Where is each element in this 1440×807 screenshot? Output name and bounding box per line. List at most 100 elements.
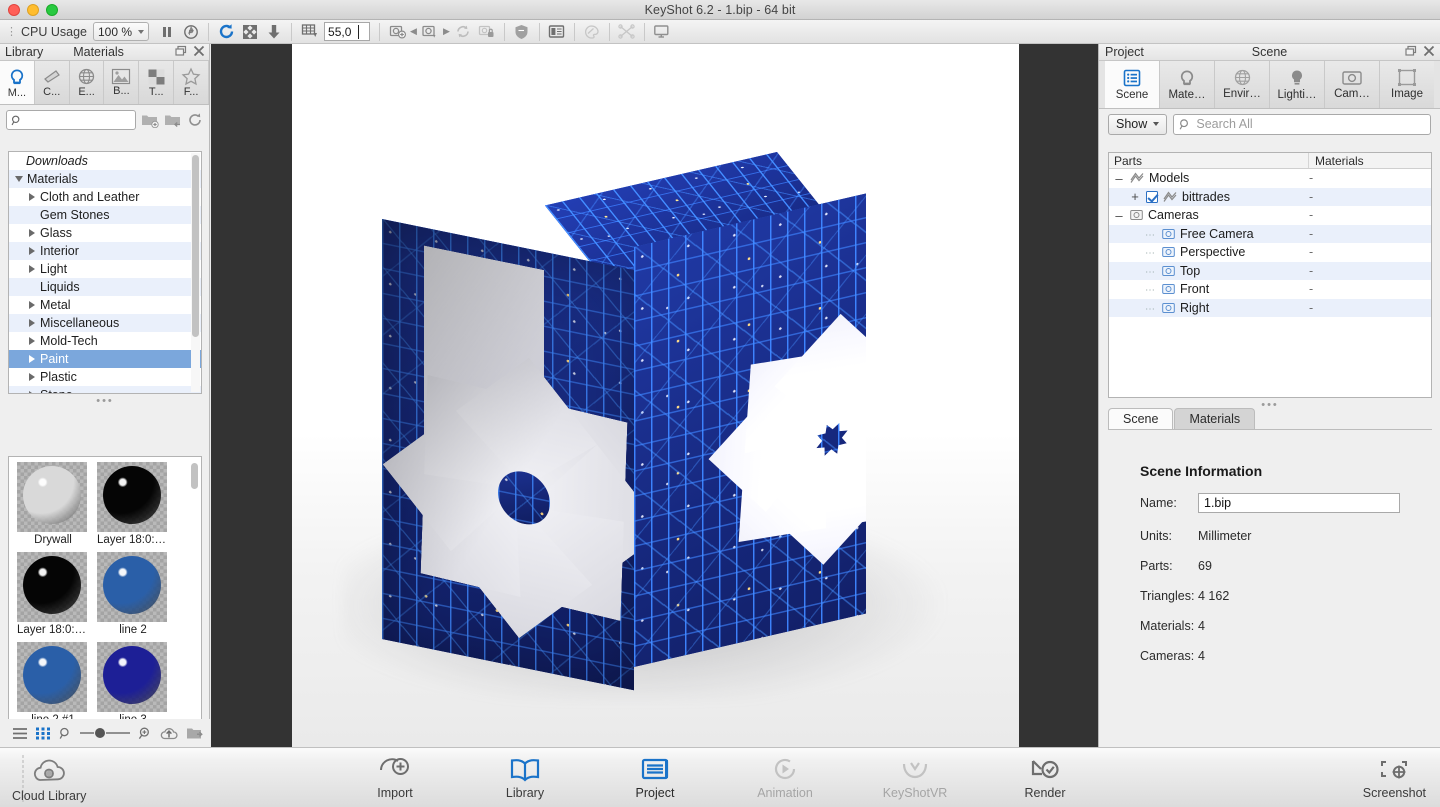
library-tree-item[interactable]: Mold-Tech bbox=[9, 332, 201, 350]
performance-mode-button[interactable]: P bbox=[179, 21, 203, 43]
library-search-input[interactable] bbox=[6, 110, 136, 130]
material-thumbnail[interactable]: line 2 bbox=[97, 552, 169, 636]
chevron-right-icon[interactable] bbox=[29, 373, 35, 381]
scene-tree-row[interactable]: ⋯ Perspective - bbox=[1109, 243, 1431, 262]
scrollbar-thumb[interactable] bbox=[191, 463, 198, 489]
bottom-library[interactable]: Library bbox=[486, 756, 564, 800]
material-shield-button[interactable] bbox=[510, 21, 534, 43]
library-thumbnail-grid[interactable]: Drywall Layer 18:0:0:0 Layer 18:0:0… line 2… bbox=[8, 456, 202, 746]
bottom-import[interactable]: Import bbox=[356, 756, 434, 800]
previous-camera-button[interactable]: ◀ bbox=[409, 26, 418, 37]
chevron-right-icon[interactable] bbox=[29, 355, 35, 363]
material-thumbnail[interactable]: Layer 18:0:0… bbox=[17, 552, 89, 636]
bottom-keyshotvr[interactable]: KeyShotVR bbox=[876, 756, 954, 800]
collapse-icon[interactable]: – bbox=[1113, 209, 1125, 222]
expand-icon[interactable]: + bbox=[1129, 190, 1141, 203]
show-dropdown-button[interactable]: Show bbox=[1108, 113, 1168, 135]
scene-tree-row[interactable]: ⋯ Right - bbox=[1109, 298, 1431, 317]
scene-tree[interactable]: Parts Materials – Models - + bittrades - – Came… bbox=[1108, 152, 1432, 398]
library-tree-item[interactable]: Paint bbox=[9, 350, 201, 368]
library-tree-item[interactable]: Materials bbox=[9, 170, 201, 188]
chevron-right-icon[interactable] bbox=[29, 319, 35, 327]
material-thumbnail[interactable]: line 3 bbox=[97, 642, 169, 726]
refresh-button[interactable] bbox=[214, 21, 238, 43]
tab-environments[interactable]: E... bbox=[69, 61, 105, 104]
library-tree-scrollbar[interactable] bbox=[191, 153, 200, 392]
material-thumbnail[interactable]: line 2 #1 bbox=[17, 642, 89, 726]
grid-button[interactable] bbox=[297, 21, 321, 43]
visibility-checkbox[interactable] bbox=[1146, 190, 1158, 203]
list-icon[interactable] bbox=[12, 727, 28, 740]
project-panel-button[interactable] bbox=[545, 21, 569, 43]
chevron-right-icon[interactable] bbox=[29, 301, 35, 309]
scrollbar-thumb[interactable] bbox=[192, 155, 199, 337]
scene-tree-row[interactable]: – Cameras - bbox=[1109, 206, 1431, 225]
tab-materials[interactable]: M... bbox=[0, 61, 35, 104]
tab-favorites[interactable]: F... bbox=[174, 61, 209, 104]
material-thumbnail[interactable]: Layer 18:0:0:0 bbox=[97, 462, 169, 546]
model-cube[interactable] bbox=[372, 151, 932, 691]
subtab-scene[interactable]: Scene bbox=[1108, 408, 1174, 429]
pause-button[interactable] bbox=[155, 21, 179, 43]
zoom-icon[interactable] bbox=[46, 4, 58, 16]
library-tree-item[interactable]: Stone bbox=[9, 386, 201, 393]
chevron-right-icon[interactable] bbox=[29, 265, 35, 273]
chevron-right-icon[interactable] bbox=[29, 391, 35, 393]
folder-arrow-icon[interactable] bbox=[186, 726, 205, 741]
library-tree-item[interactable]: Liquids bbox=[9, 278, 201, 296]
cpu-usage-select[interactable]: 100 % bbox=[93, 22, 150, 41]
minimize-icon[interactable] bbox=[27, 4, 39, 16]
project-search-field[interactable] bbox=[1196, 117, 1425, 131]
library-tree-item[interactable]: Gem Stones bbox=[9, 206, 201, 224]
camera-select-button[interactable] bbox=[418, 21, 442, 43]
tab-lighting[interactable]: Lighti… bbox=[1270, 61, 1325, 108]
library-tree-item[interactable]: Miscellaneous bbox=[9, 314, 201, 332]
tab-camera[interactable]: Cam… bbox=[1325, 61, 1380, 108]
tab-image[interactable]: Image bbox=[1380, 61, 1434, 108]
close-panel-icon[interactable] bbox=[193, 45, 205, 57]
close-icon[interactable] bbox=[8, 4, 20, 16]
library-tree[interactable]: Downloads Materials Cloth and Leather Gem S… bbox=[8, 151, 202, 394]
collapse-icon[interactable]: – bbox=[1113, 172, 1125, 185]
render-viewport[interactable] bbox=[211, 44, 1098, 747]
grid-view-icon[interactable] bbox=[36, 727, 51, 740]
scene-tree-row[interactable]: ⋯ Top - bbox=[1109, 261, 1431, 280]
undock-icon[interactable] bbox=[175, 45, 187, 57]
frame-value-input[interactable]: 55,0 bbox=[324, 22, 371, 41]
import-folder-icon[interactable] bbox=[141, 112, 159, 128]
library-tree-item[interactable]: Downloads bbox=[9, 152, 201, 170]
drop-to-ground-button[interactable] bbox=[262, 21, 286, 43]
chevron-right-icon[interactable] bbox=[29, 247, 35, 255]
material-thumbnail[interactable]: Drywall bbox=[17, 462, 89, 546]
add-camera-button[interactable] bbox=[385, 21, 409, 43]
library-tree-item[interactable]: Cloth and Leather bbox=[9, 188, 201, 206]
library-tree-item[interactable]: Light bbox=[9, 260, 201, 278]
scene-tree-row[interactable]: + bittrades - bbox=[1109, 187, 1431, 206]
project-search-input[interactable] bbox=[1173, 113, 1431, 135]
screen-button[interactable] bbox=[650, 21, 674, 43]
tab-textures[interactable]: T... bbox=[139, 61, 175, 104]
close-panel-icon[interactable] bbox=[1423, 45, 1435, 57]
bottom-render[interactable]: Render bbox=[1006, 756, 1084, 800]
library-tree-item[interactable]: Metal bbox=[9, 296, 201, 314]
export-folder-icon[interactable] bbox=[164, 112, 182, 128]
bottom-project[interactable]: Project bbox=[616, 756, 694, 800]
bottom-animation[interactable]: Animation bbox=[746, 756, 824, 800]
chevron-down-icon[interactable] bbox=[15, 176, 23, 182]
chevron-right-icon[interactable] bbox=[29, 229, 35, 237]
thumbnail-scrollbar[interactable] bbox=[190, 459, 199, 743]
refresh-library-icon[interactable] bbox=[187, 112, 203, 128]
thumbnail-size-slider[interactable] bbox=[80, 727, 130, 739]
library-tree-item[interactable]: Glass bbox=[9, 224, 201, 242]
chevron-right-icon[interactable] bbox=[29, 337, 35, 345]
library-splitter-handle[interactable]: ••• bbox=[8, 396, 202, 407]
library-search-field[interactable] bbox=[26, 113, 131, 127]
node-graph-button[interactable] bbox=[615, 21, 639, 43]
magnifier-plus-icon[interactable] bbox=[138, 727, 152, 740]
scene-tree-row[interactable]: ⋯ Front - bbox=[1109, 280, 1431, 299]
magnifier-minus-icon[interactable] bbox=[59, 727, 72, 740]
subtab-materials[interactable]: Materials bbox=[1174, 408, 1256, 429]
scene-tree-row[interactable]: – Models - bbox=[1109, 169, 1431, 188]
move-tool-button[interactable] bbox=[238, 21, 262, 43]
undock-icon[interactable] bbox=[1405, 45, 1417, 57]
